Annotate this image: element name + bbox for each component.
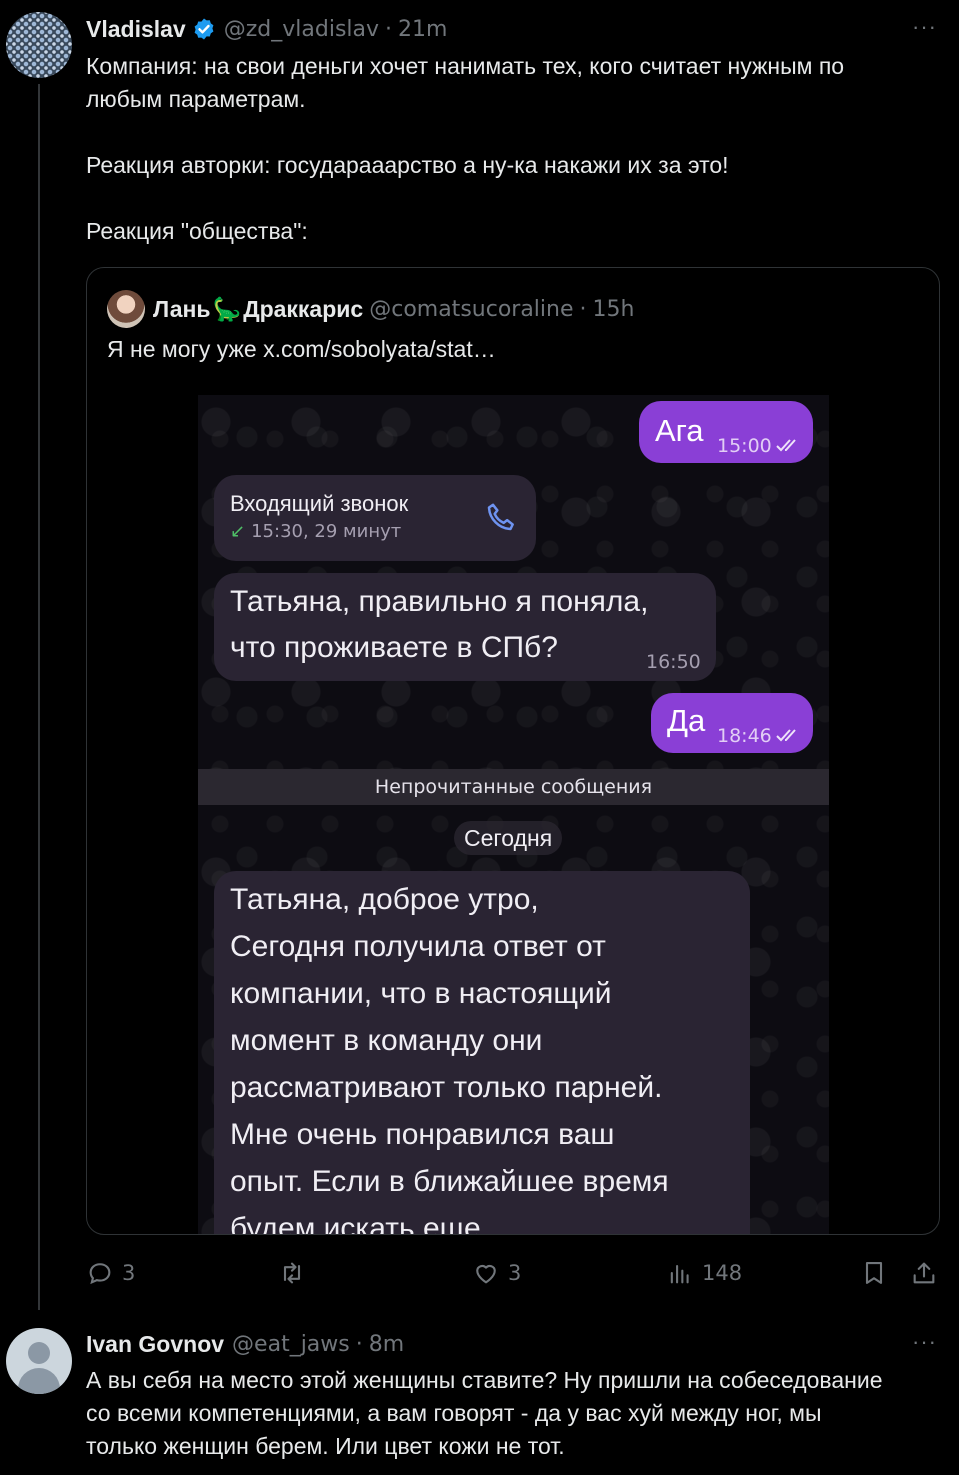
message-text-line: Мне очень понравился ваш	[230, 1118, 615, 1151]
reply-text: А вы себя на место этой женщины ставите?…	[86, 1364, 936, 1463]
message-text: Да	[667, 703, 706, 738]
reply-text-line: со всеми компетенциями, а вам говорят - …	[86, 1400, 822, 1426]
reply-time[interactable]: 8m	[369, 1332, 404, 1357]
views-button[interactable]: 148	[666, 1256, 742, 1290]
message-time: 15:00	[717, 435, 772, 457]
chat-screenshot-image[interactable]: Ага 15:00 Входящий звонок ↙ 15:30, 29 мин…	[198, 395, 829, 1235]
message-text-line: Татьяна, правильно я поняла,	[230, 585, 649, 618]
message-text-line: опыт. Если в ближайшее время	[230, 1165, 669, 1198]
quoted-author-handle: @comatsucoraline	[369, 296, 574, 322]
reply-author-handle[interactable]: @eat_jaws	[232, 1332, 350, 1357]
separator-dot: ·	[579, 296, 587, 322]
message-outgoing: Ага 15:00	[639, 401, 813, 463]
separator-dot: ·	[355, 1331, 363, 1357]
message-time: 18:46	[717, 725, 772, 747]
call-title: Входящий звонок	[230, 491, 409, 516]
tweet-action-bar: 3 3 148	[86, 1256, 940, 1290]
quoted-author-name: Лань🦕Драккарис	[153, 296, 363, 323]
message-text: Ага	[655, 413, 704, 448]
bookmark-button[interactable]	[860, 1256, 896, 1290]
message-text-line: рассматривают только парней.	[230, 1071, 663, 1104]
tweet-time[interactable]: 21m	[398, 17, 447, 42]
tweet-text-line: Реакция "общества":	[86, 218, 308, 244]
message-text-line: Сегодня получила ответ от	[230, 930, 606, 963]
retweet-icon	[283, 1262, 301, 1284]
reply-author-name[interactable]: Ivan Govnov	[86, 1331, 224, 1358]
quoted-author-avatar	[107, 290, 145, 328]
reply-count: 3	[122, 1261, 136, 1285]
message-incoming: Татьяна, правильно я поняла, что прожива…	[214, 573, 716, 681]
double-check-icon	[776, 729, 796, 742]
quoted-tweet-time: 15h	[592, 296, 635, 322]
tweet-text-line: любым параметрам.	[86, 86, 306, 112]
quoted-author-name-part2: Драккарис	[243, 295, 364, 322]
author-avatar[interactable]	[6, 12, 72, 78]
message-text-line: что проживаете в СПб?	[230, 631, 558, 664]
tweet-text-line: Компания: на свои деньги хочет нанимать …	[86, 53, 845, 79]
tweet-text: Компания: на свои деньги хочет нанимать …	[86, 50, 936, 248]
retweet-button[interactable]	[278, 1256, 314, 1290]
phone-icon	[487, 503, 514, 531]
call-details: 15:30, 29 минут	[251, 521, 402, 542]
reply-icon	[89, 1263, 111, 1285]
dinosaur-emoji: 🦕	[212, 295, 242, 322]
main-tweet[interactable]: Vladislav @zd_vladislav · 21m ··· Компан…	[0, 0, 959, 1320]
author-handle[interactable]: @zd_vladislav	[224, 17, 379, 42]
message-text-line: Татьяна, доброе утро,	[230, 883, 539, 916]
quoted-tweet-header: Лань🦕Драккарис @comatsucoraline · 15h	[107, 290, 634, 328]
reply-text-line: только женщин берем. Или цвет кожи не то…	[86, 1433, 565, 1459]
more-icon[interactable]: ···	[912, 1329, 937, 1355]
quoted-author-name-part1: Лань	[153, 295, 211, 322]
unread-messages-divider: Непрочитанные сообщения	[198, 769, 829, 805]
like-button[interactable]: 3	[472, 1256, 521, 1290]
reply-text-line: А вы себя на место этой женщины ставите?…	[86, 1367, 883, 1393]
verified-badge-icon	[194, 18, 214, 40]
call-subtitle: ↙ 15:30, 29 минут	[230, 521, 401, 542]
message-text-line: будем искать еще	[230, 1212, 481, 1235]
tweet-text-line: Реакция авторки: государааарство а ну-ка…	[86, 152, 729, 178]
message-time: 16:50	[646, 651, 701, 673]
like-icon	[476, 1264, 496, 1284]
message-incoming: Татьяна, доброе утро, Сегодня получила о…	[214, 871, 750, 1235]
tweet-header: Vladislav @zd_vladislav · 21m	[86, 14, 447, 44]
share-button[interactable]	[910, 1256, 946, 1290]
message-text-line: момент в команду они	[230, 1024, 543, 1057]
views-icon	[670, 1264, 689, 1284]
separator-dot: ·	[385, 16, 393, 42]
call-message: Входящий звонок ↙ 15:30, 29 минут	[214, 475, 536, 561]
author-name[interactable]: Vladislav	[86, 16, 186, 43]
reply-button[interactable]: 3	[86, 1256, 135, 1290]
share-icon	[913, 1262, 935, 1284]
more-icon[interactable]: ···	[912, 14, 937, 40]
reply-header: Ivan Govnov @eat_jaws · 8m	[86, 1329, 404, 1359]
double-check-icon	[776, 439, 796, 452]
message-text-line: компании, что в настоящий	[230, 977, 612, 1010]
message-outgoing: Да 18:46	[651, 693, 813, 753]
bookmark-icon	[865, 1262, 883, 1284]
reply-author-avatar[interactable]	[6, 1328, 72, 1394]
reply-tweet[interactable]: Ivan Govnov @eat_jaws · 8m ··· А вы себя…	[0, 1310, 959, 1475]
date-separator: Сегодня	[454, 821, 563, 855]
quoted-tweet-text: Я не могу уже x.com/sobolyata/stat…	[107, 336, 496, 362]
thread-line	[38, 84, 40, 1320]
like-count: 3	[508, 1261, 522, 1285]
views-count: 148	[702, 1261, 743, 1285]
incoming-arrow-icon: ↙	[230, 521, 246, 542]
quoted-tweet[interactable]: Лань🦕Драккарис @comatsucoraline · 15h Я …	[86, 267, 940, 1235]
